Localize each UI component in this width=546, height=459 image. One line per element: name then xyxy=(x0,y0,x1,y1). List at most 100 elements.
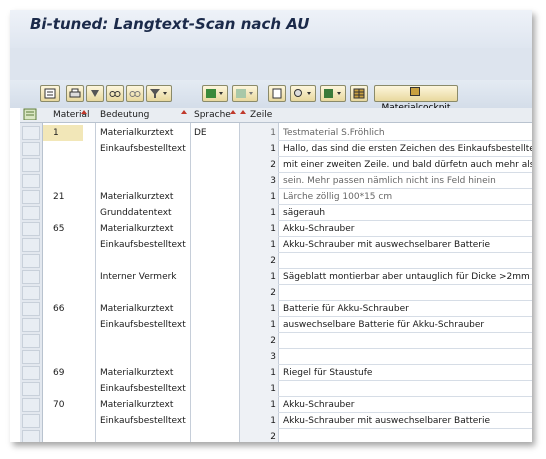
row-selector[interactable] xyxy=(22,286,40,300)
cell-sprache[interactable] xyxy=(194,221,236,237)
layout-select-icon[interactable] xyxy=(290,85,316,102)
cell-zeile[interactable]: 1 xyxy=(242,301,276,317)
cell-bedeutung[interactable]: Materialkurztext xyxy=(100,365,188,381)
cell-bedeutung[interactable]: Materialkurztext xyxy=(100,189,188,205)
cell-bedeutung[interactable]: Materialkurztext xyxy=(100,125,188,141)
cell-material[interactable] xyxy=(53,285,93,301)
cell-sprache[interactable] xyxy=(194,429,236,442)
cell-bedeutung[interactable]: Einkaufsbestelltext xyxy=(100,237,188,253)
cell-sprache[interactable] xyxy=(194,173,236,189)
cell-text[interactable]: auswechselbare Batterie für Akku-Schraub… xyxy=(283,317,532,333)
cell-sprache[interactable] xyxy=(194,317,236,333)
row-selector[interactable] xyxy=(22,142,40,156)
cell-zeile[interactable]: 2 xyxy=(242,285,276,301)
cell-zeile[interactable]: 1 xyxy=(242,141,276,157)
row-selector[interactable] xyxy=(22,302,40,316)
cell-material[interactable] xyxy=(53,413,93,429)
cell-material[interactable] xyxy=(53,381,93,397)
row-selector[interactable] xyxy=(22,174,40,188)
row-selector[interactable] xyxy=(22,190,40,204)
cell-material[interactable]: 69 xyxy=(53,365,93,381)
cell-material[interactable] xyxy=(53,141,93,157)
cell-sprache[interactable] xyxy=(194,413,236,429)
cell-text[interactable] xyxy=(283,429,532,442)
row-selector[interactable] xyxy=(22,318,40,332)
cell-zeile[interactable]: 3 xyxy=(242,173,276,189)
cell-sprache[interactable] xyxy=(194,253,236,269)
cell-bedeutung[interactable]: Einkaufsbestelltext xyxy=(100,413,188,429)
cell-material[interactable]: 21 xyxy=(53,189,93,205)
cell-sprache[interactable] xyxy=(194,157,236,173)
cell-zeile[interactable]: 2 xyxy=(242,157,276,173)
sum-icon[interactable] xyxy=(202,85,228,102)
cell-material[interactable] xyxy=(53,237,93,253)
cell-bedeutung[interactable]: Materialkurztext xyxy=(100,397,188,413)
cell-text[interactable]: Hallo, das sind die ersten Zeichen des E… xyxy=(283,141,532,157)
cell-text[interactable]: Sägeblatt montierbar aber untauglich für… xyxy=(283,269,532,285)
row-selector[interactable] xyxy=(22,270,40,284)
row-selector[interactable] xyxy=(22,334,40,348)
cell-material[interactable] xyxy=(53,333,93,349)
cell-text[interactable]: sein. Mehr passen nämlich nicht ins Feld… xyxy=(283,173,532,189)
cell-text[interactable]: Akku-Schrauber xyxy=(283,397,532,413)
cell-bedeutung[interactable] xyxy=(100,173,188,189)
cell-material[interactable] xyxy=(53,205,93,221)
cell-material[interactable] xyxy=(53,317,93,333)
cell-text[interactable]: Testmaterial S.Fröhlich xyxy=(283,125,532,141)
row-selector[interactable] xyxy=(22,350,40,364)
cell-bedeutung[interactable] xyxy=(100,253,188,269)
cell-zeile[interactable]: 2 xyxy=(242,333,276,349)
row-selector[interactable] xyxy=(22,430,40,442)
materialcockpit-button[interactable]: Materialcockpit xyxy=(374,85,458,113)
cell-material[interactable]: 70 xyxy=(53,397,93,413)
cell-zeile[interactable]: 1 xyxy=(242,189,276,205)
cell-material[interactable]: 1 xyxy=(53,125,93,141)
cell-bedeutung[interactable]: Materialkurztext xyxy=(100,301,188,317)
layout-icon[interactable] xyxy=(268,85,286,102)
cell-sprache[interactable] xyxy=(194,189,236,205)
layout-save-icon[interactable] xyxy=(320,85,346,102)
cell-text[interactable]: Akku-Schrauber mit auswechselbarer Batte… xyxy=(283,237,532,253)
export-icon[interactable] xyxy=(86,85,104,102)
find-next-icon[interactable] xyxy=(126,85,144,102)
cell-zeile[interactable]: 3 xyxy=(242,349,276,365)
cell-material[interactable] xyxy=(53,349,93,365)
cell-bedeutung[interactable]: Interner Vermerk xyxy=(100,269,188,285)
cell-bedeutung[interactable] xyxy=(100,285,188,301)
cell-bedeutung[interactable] xyxy=(100,157,188,173)
cell-material[interactable] xyxy=(53,429,93,442)
row-selector[interactable] xyxy=(22,238,40,252)
cell-zeile[interactable]: 2 xyxy=(242,253,276,269)
row-selector[interactable] xyxy=(22,254,40,268)
cell-bedeutung[interactable] xyxy=(100,333,188,349)
cell-material[interactable]: 66 xyxy=(53,301,93,317)
cell-zeile[interactable]: 1 xyxy=(242,125,276,141)
subtotal-icon[interactable] xyxy=(232,85,258,102)
cell-zeile[interactable]: 1 xyxy=(242,365,276,381)
cell-sprache[interactable] xyxy=(194,237,236,253)
cell-sprache[interactable] xyxy=(194,365,236,381)
cell-material[interactable] xyxy=(53,269,93,285)
cell-zeile[interactable]: 1 xyxy=(242,317,276,333)
row-selector[interactable] xyxy=(22,414,40,428)
cell-sprache[interactable] xyxy=(194,301,236,317)
cell-text[interactable]: Riegel für Staustufe xyxy=(283,365,532,381)
cell-material[interactable] xyxy=(53,173,93,189)
cell-bedeutung[interactable] xyxy=(100,349,188,365)
row-selector[interactable] xyxy=(22,206,40,220)
cell-text[interactable] xyxy=(283,285,532,301)
cell-bedeutung[interactable] xyxy=(100,429,188,442)
cell-bedeutung[interactable]: Einkaufsbestelltext xyxy=(100,381,188,397)
row-selector[interactable] xyxy=(22,366,40,380)
cell-bedeutung[interactable]: Einkaufsbestelltext xyxy=(100,141,188,157)
select-all-icon[interactable] xyxy=(23,108,39,120)
cell-zeile[interactable]: 1 xyxy=(242,397,276,413)
find-icon[interactable] xyxy=(106,85,124,102)
cell-text[interactable]: Lärche zöllig 100*15 cm xyxy=(283,189,532,205)
cell-sprache[interactable] xyxy=(194,269,236,285)
detail-icon[interactable] xyxy=(40,85,60,102)
cell-sprache[interactable]: DE xyxy=(194,125,236,141)
cell-text[interactable]: mit einer zweiten Zeile. und bald dürfet… xyxy=(283,157,532,173)
cell-zeile[interactable]: 1 xyxy=(242,269,276,285)
cell-zeile[interactable]: 2 xyxy=(242,429,276,442)
